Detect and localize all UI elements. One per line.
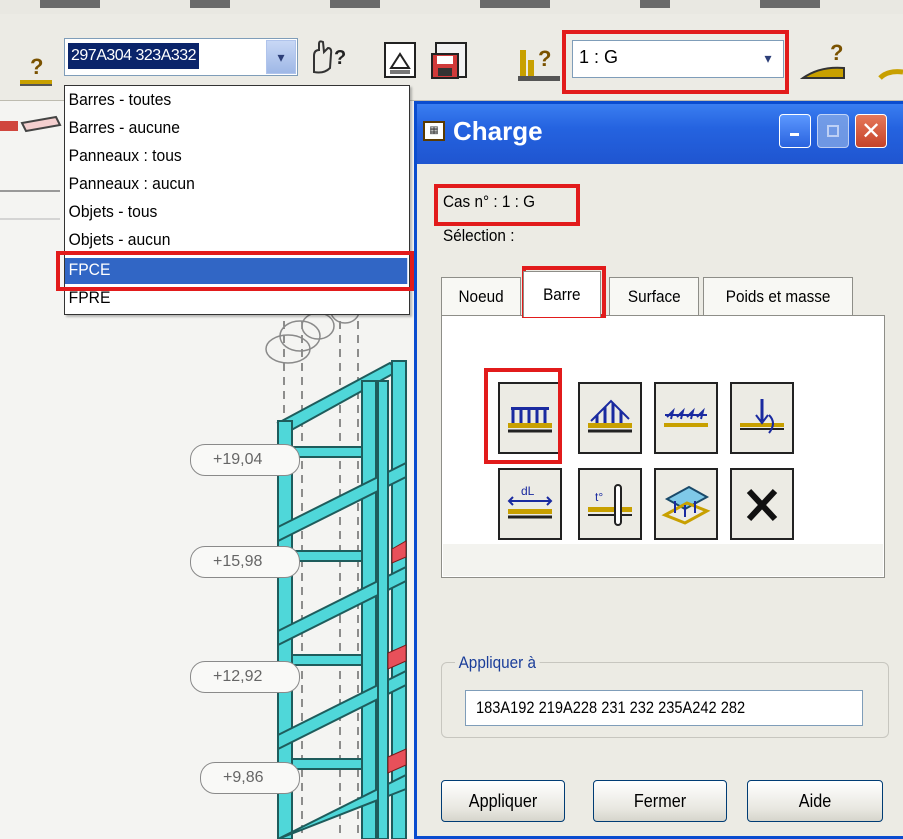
load-case-help-icon[interactable]: ? — [516, 40, 564, 84]
top-toolbar-strip — [0, 0, 903, 15]
load-dialog: ▦ Charge ✕ Cas n° : 1 : G Sélection : No… — [414, 101, 903, 839]
close-button[interactable]: ✕ — [855, 114, 887, 148]
moment-load-icon — [664, 407, 708, 427]
uniform-load-button[interactable] — [498, 382, 562, 454]
svg-text:t°: t° — [595, 490, 603, 504]
selection-filter-icon[interactable]: ? — [306, 38, 350, 78]
dropdown-item-selected[interactable]: FPCE — [65, 258, 407, 284]
close-dialog-button[interactable]: Fermer — [593, 780, 727, 822]
minimize-icon — [790, 133, 799, 136]
dropdown-item[interactable]: Panneaux : tous — [65, 144, 381, 170]
svg-text:?: ? — [334, 47, 346, 69]
tab-surface[interactable]: Surface — [609, 277, 699, 315]
dilatation-load-icon: dL — [507, 484, 553, 519]
svg-text:?: ? — [830, 40, 843, 65]
load-diagram-icon[interactable] — [874, 48, 903, 88]
panel-footer-band — [443, 544, 883, 576]
dilatation-load-button[interactable]: dL — [498, 468, 562, 540]
tab-poids-et-masse[interactable]: Poids et masse — [703, 277, 853, 315]
level-label: +19,04 — [190, 444, 300, 476]
svg-text:?: ? — [30, 54, 43, 79]
apply-button[interactable]: Appliquer — [441, 780, 565, 822]
svg-text:dL: dL — [521, 484, 535, 498]
maximize-icon — [827, 125, 839, 137]
help-button[interactable]: Aide — [747, 780, 883, 822]
view-icon[interactable] — [382, 40, 418, 80]
tab-noeud[interactable]: Noeud — [441, 277, 521, 315]
minimize-button[interactable] — [779, 114, 811, 148]
selection-dropdown-list[interactable]: Barres - toutes Barres - aucune Panneaux… — [64, 85, 410, 315]
uniform-load-icon — [508, 407, 552, 433]
level-label: +15,98 — [190, 546, 300, 578]
trapezoidal-load-button[interactable] — [578, 382, 642, 454]
selection-combo[interactable]: 297A304 323A332 ▾ — [64, 38, 298, 76]
apply-to-input[interactable]: 183A192 219A228 231 232 235A242 282 — [465, 690, 863, 726]
surface-on-bar-load-button[interactable] — [654, 468, 718, 540]
dropdown-item[interactable]: Objets - tous — [65, 200, 381, 226]
load-case-value: 1 : G — [579, 47, 619, 67]
tab-panel-barre: dL t° — [441, 315, 885, 578]
apply-to-label: Appliquer à — [455, 653, 540, 673]
thermal-load-button[interactable]: t° — [578, 468, 642, 540]
delete-load-icon — [746, 488, 778, 522]
surface-on-bar-load-icon — [661, 485, 711, 525]
selection-help-icon[interactable]: ? — [18, 50, 56, 90]
save-view-icon[interactable] — [430, 40, 470, 80]
concentrated-load-icon — [740, 399, 784, 434]
dropdown-item[interactable]: Barres - toutes — [65, 88, 381, 114]
level-label: +9,86 — [200, 762, 300, 794]
trapezoidal-load-icon — [588, 399, 632, 433]
selection-value: 297A304 323A332 — [68, 43, 200, 69]
maximize-button[interactable] — [817, 114, 849, 148]
dropdown-item[interactable]: Objets - aucun — [65, 228, 381, 254]
level-label: +12,92 — [190, 661, 300, 693]
moment-load-button[interactable] — [654, 382, 718, 454]
tab-barre[interactable]: Barre — [523, 271, 601, 317]
svg-text:?: ? — [538, 46, 551, 71]
dialog-titlebar[interactable]: ▦ Charge ✕ — [417, 104, 903, 164]
load-case-combo[interactable]: 1 : G ▾ — [572, 40, 784, 78]
selection-label: Sélection : — [443, 226, 515, 245]
app-icon: ▦ — [423, 121, 445, 141]
chevron-down-icon[interactable]: ▾ — [266, 40, 296, 74]
dropdown-item[interactable]: FPRE — [65, 286, 381, 312]
concentrated-load-button[interactable] — [730, 382, 794, 454]
dropdown-item[interactable]: Panneaux : aucun — [65, 172, 381, 198]
case-label: Cas n° : 1 : G — [443, 192, 536, 211]
load-help-icon[interactable]: ? — [800, 38, 850, 86]
close-icon: ✕ — [860, 117, 882, 145]
dropdown-item[interactable]: Barres - aucune — [65, 116, 381, 142]
thermal-load-icon: t° — [588, 484, 632, 526]
delete-load-button[interactable] — [730, 468, 794, 540]
chevron-down-icon[interactable]: ▾ — [754, 42, 782, 74]
dialog-title: Charge — [453, 116, 543, 146]
